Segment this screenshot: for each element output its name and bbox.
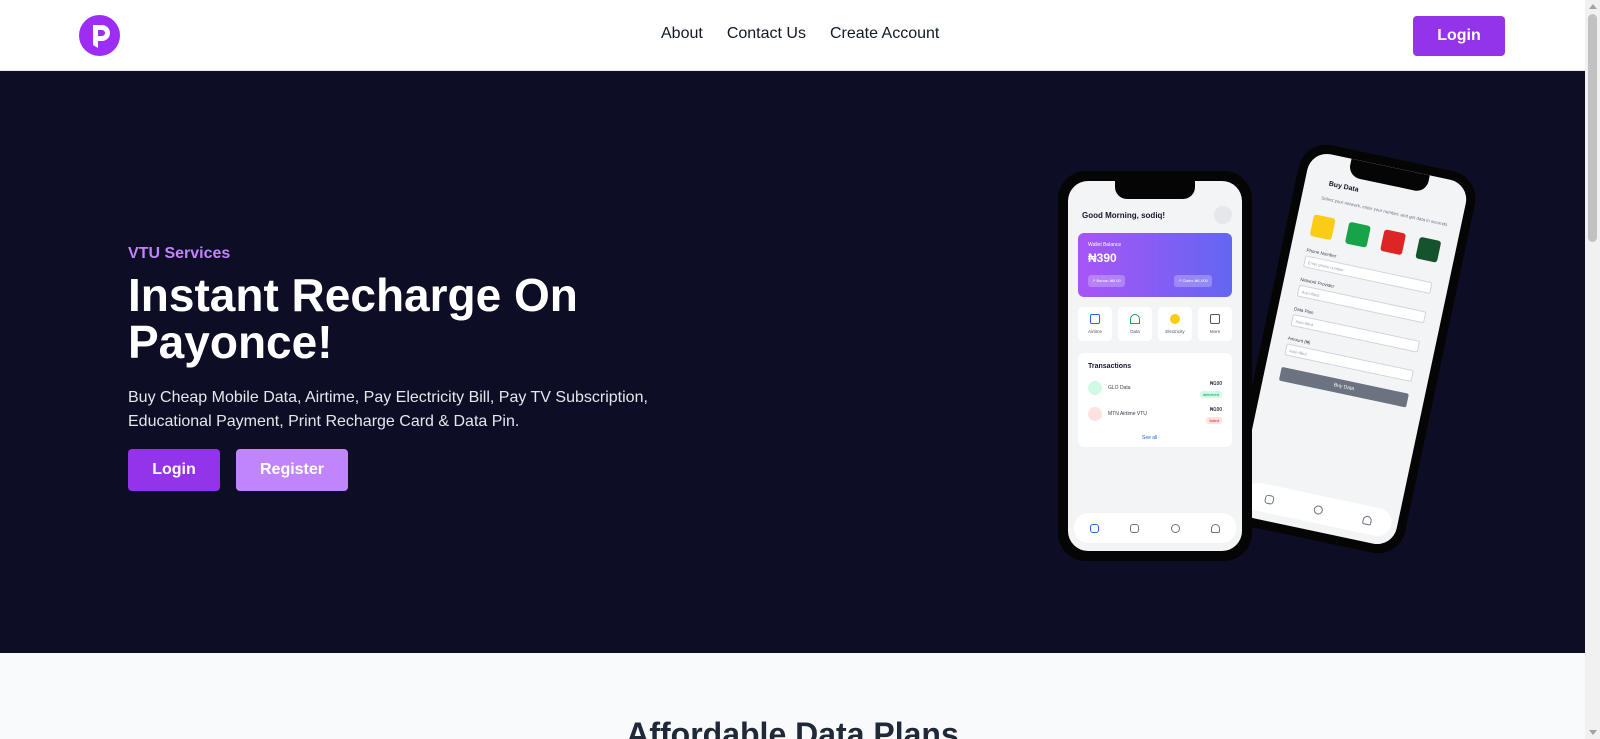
9mobile-logo-icon	[1415, 236, 1442, 263]
phone-icon	[1090, 314, 1100, 324]
scrollbar-thumb[interactable]	[1588, 14, 1597, 242]
scroll-down-icon[interactable]	[1589, 730, 1597, 735]
wallet-balance: ₦390	[1088, 251, 1117, 265]
logo-p-icon	[93, 25, 110, 48]
service-more: More	[1198, 307, 1232, 341]
history-icon	[1312, 504, 1324, 515]
profile-icon	[1211, 523, 1221, 533]
cross-icon	[1088, 407, 1102, 421]
bottom-tab-bar	[1074, 513, 1236, 543]
hero-login-button[interactable]: Login	[128, 449, 220, 491]
site-header: About Contact Us Create Account Login	[0, 0, 1585, 71]
header-login-button[interactable]: Login	[1413, 16, 1505, 56]
app-mockup: Buy Data Select your network, enter your…	[1050, 139, 1481, 579]
phone-mockup-home: Good Morning, sodiq! Wallet Balance ₦390…	[1058, 171, 1252, 561]
home-screen: Good Morning, sodiq! Wallet Balance ₦390…	[1068, 181, 1242, 551]
mtn-logo-icon	[1309, 214, 1336, 241]
wallet-card: Wallet Balance ₦390 ↗ Bonus: ₦0.00 ↗ Cla…	[1078, 233, 1232, 297]
cashback-pill: ↗ Claim: ₦1,000	[1174, 275, 1212, 287]
page: About Contact Us Create Account Login VT…	[0, 0, 1585, 739]
nav-about[interactable]: About	[661, 25, 703, 43]
wallet-icon	[1263, 493, 1275, 505]
data-plans-heading: Affordable Data Plans	[626, 716, 959, 739]
nav-create-account[interactable]: Create Account	[830, 25, 939, 43]
airtel-logo-icon	[1380, 229, 1407, 256]
greeting-text: Good Morning, sodiq!	[1082, 211, 1166, 220]
bonus-pill: ↗ Bonus: ₦0.00	[1088, 275, 1125, 287]
hero-section: VTU Services Instant Recharge On Payonce…	[0, 71, 1585, 653]
page-scrollbar[interactable]	[1585, 0, 1600, 739]
hero-eyebrow: VTU Services	[128, 245, 231, 262]
hero-register-button[interactable]: Register	[236, 449, 348, 491]
buy-data-screen: Buy Data Select your network, enter your…	[1234, 150, 1470, 548]
transaction-name: MTN Airtime VTU	[1108, 411, 1147, 417]
wifi-icon	[1130, 314, 1140, 324]
see-all-link: See all	[1142, 435, 1158, 441]
payonce-logo[interactable]	[79, 15, 120, 56]
home-icon	[1089, 523, 1099, 533]
hero-title: Instant Recharge On Payonce!	[128, 269, 578, 368]
transaction-amount: ₦100	[1210, 407, 1222, 413]
service-electricity: Electricity	[1158, 307, 1192, 341]
transaction-row: GLO Data ₦100 delivered	[1088, 381, 1222, 398]
transaction-row: MTN Airtime VTU ₦100 failed	[1088, 407, 1222, 424]
status-badge: delivered	[1199, 391, 1222, 398]
buy-data-title: Buy Data	[1328, 180, 1360, 194]
phone-notch	[1115, 181, 1195, 199]
nav-contact-us[interactable]: Contact Us	[727, 25, 806, 43]
wallet-icon	[1130, 523, 1140, 533]
glo-logo-icon	[1344, 221, 1371, 248]
service-airtime: Airtime	[1078, 307, 1112, 341]
history-icon	[1170, 523, 1180, 533]
scroll-up-icon[interactable]	[1589, 4, 1597, 9]
bulb-icon	[1170, 314, 1180, 324]
wallet-label: Wallet Balance	[1088, 242, 1122, 248]
profile-icon	[1361, 514, 1373, 526]
transaction-name: GLO Data	[1108, 385, 1131, 391]
check-icon	[1088, 381, 1102, 395]
transaction-amount: ₦100	[1210, 381, 1222, 387]
phone-mockup-buy-data: Buy Data Select your network, enter your…	[1223, 139, 1481, 559]
phone-notch	[1347, 158, 1430, 193]
transactions-card: Transactions GLO Data ₦100 delivered MTN…	[1078, 353, 1232, 447]
grid-icon	[1210, 314, 1220, 324]
main-nav: About Contact Us Create Account	[661, 25, 939, 43]
service-data: Data	[1118, 307, 1152, 341]
transactions-title: Transactions	[1088, 363, 1132, 370]
bottom-tab-bar	[1241, 480, 1395, 539]
hero-description: Buy Cheap Mobile Data, Airtime, Pay Elec…	[128, 389, 648, 430]
bell-icon	[1214, 206, 1232, 224]
status-badge: failed	[1206, 417, 1222, 424]
service-shortcuts: Airtime Data Electricity More	[1078, 307, 1232, 341]
